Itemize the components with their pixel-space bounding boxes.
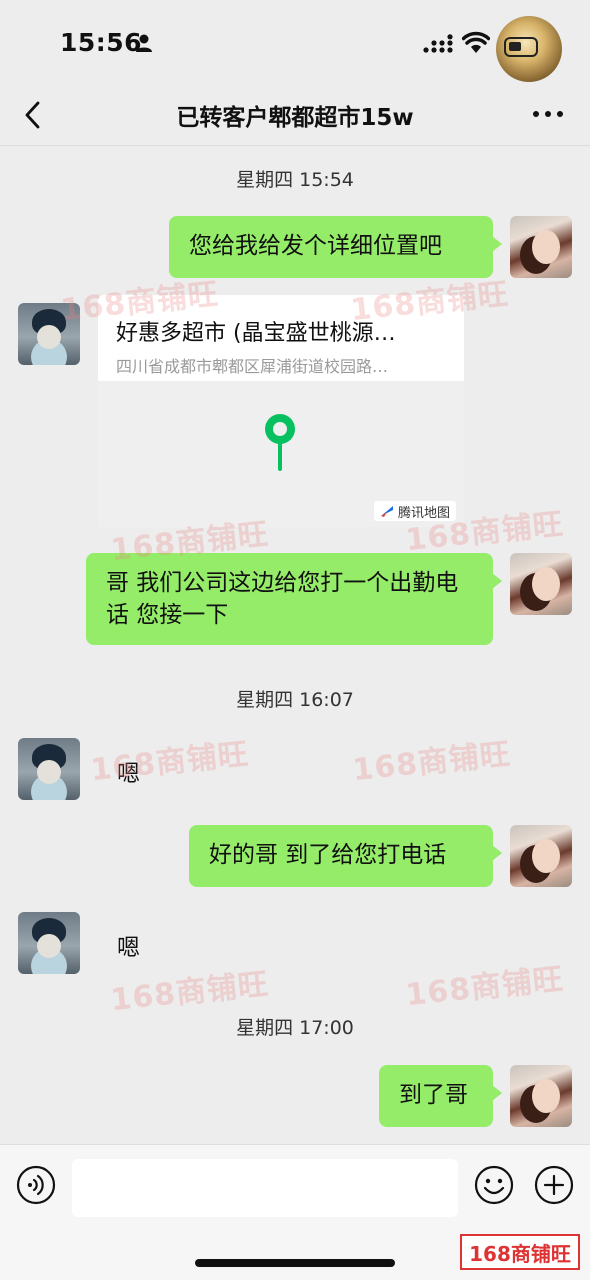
person-icon [136,34,152,52]
message-text-contact[interactable]: 嗯 [117,754,140,788]
nav-bar: 已转客户郫都超市15w [0,84,590,146]
avatar-contact[interactable] [18,303,80,365]
location-card[interactable]: 好惠多超市 (晶宝盛世桃源… 四川省成都市郫都区犀浦街道校园路… 腾讯地图 [98,295,464,527]
avatar-contact[interactable] [18,738,80,800]
watermark: 168商铺旺 [403,961,566,1014]
avatar-contact[interactable] [18,912,80,974]
avatar-self[interactable] [510,1065,572,1127]
profile-photo-overlay [496,16,562,82]
signal-icon [423,34,453,53]
watermark: 168商铺旺 [88,736,251,789]
location-name: 好惠多超市 (晶宝盛世桃源… [116,321,396,346]
map-pin-icon [265,414,295,471]
message-bubble-self[interactable]: 哥 我们公司这边给您打一个出勤电话 您接一下 [86,553,502,645]
avatar-self[interactable] [510,553,572,615]
message-text-contact[interactable]: 嗯 [117,928,140,962]
message-bubble-self[interactable]: 您给我给发个详细位置吧 [169,216,502,278]
voice-icon[interactable] [16,1165,56,1205]
message-input[interactable] [72,1159,458,1217]
timestamp: 星期四 16:07 [236,689,354,711]
timestamp: 星期四 15:54 [236,169,354,191]
message-bubble-self[interactable]: 到了哥 [379,1065,502,1127]
chat-title: 已转客户郫都超市15w [176,105,414,131]
status-bar: 15:56 [0,0,590,84]
avatar-self[interactable] [510,216,572,278]
tencent-map-icon [380,506,393,517]
message-bubble-self[interactable]: 好的哥 到了给您打电话 [189,825,502,887]
map-brand-label: 腾讯地图 [397,505,450,521]
watermark: 168商铺旺 [108,966,271,1019]
watermark: 168商铺旺 [350,736,513,789]
location-address: 四川省成都市郫都区犀浦街道校园路… [116,357,389,376]
wifi-icon [462,31,490,53]
location-map: 腾讯地图 [98,381,464,527]
battery-icon [504,37,538,57]
more-options-icon[interactable] [530,104,566,124]
timestamp: 星期四 17:00 [236,1017,354,1039]
avatar-self[interactable] [510,825,572,887]
status-time: 15:56 [60,28,143,57]
watermark-logo: 168商铺旺 [460,1234,580,1270]
home-indicator [195,1259,395,1267]
emoji-icon[interactable] [474,1165,514,1205]
plus-icon[interactable] [534,1165,574,1205]
chat-area[interactable]: 星期四 15:54 您给我给发个详细位置吧 好惠多超市 (晶宝盛世桃源… 四川省… [0,147,590,1144]
map-brand: 腾讯地图 [373,501,456,521]
